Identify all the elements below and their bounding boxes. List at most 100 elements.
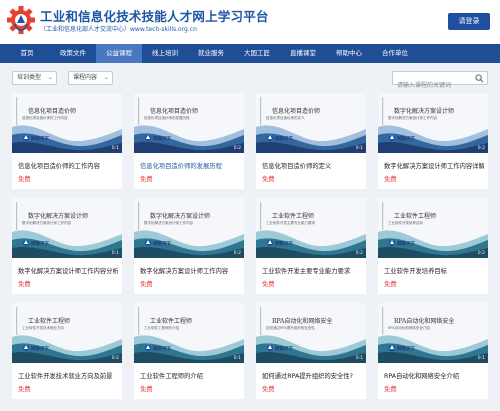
video-duration: 0:1 <box>355 356 363 361</box>
course-price: 免费 <box>18 176 31 183</box>
course-price: 免费 <box>140 386 153 393</box>
thumbnail-title: 工业软件工程师 <box>28 318 71 325</box>
course-price: 免费 <box>140 176 153 183</box>
course-title[interactable]: 工业软件开发培养目标 <box>384 266 484 275</box>
thumbnail-title: 工业软件工程师 <box>150 318 193 325</box>
nav-item-home[interactable]: 首页 <box>4 44 50 63</box>
thumbnail-subtitle: 工业软件工程师的介绍 <box>144 326 179 330</box>
course-thumbnail[interactable]: RPA自动化和网络安全 如何通过RPA提升组织的安全性 网联天下 0:1 <box>256 303 366 363</box>
gear-logo-icon <box>7 6 35 34</box>
nav-item-live[interactable]: 直播课堂 <box>280 44 326 63</box>
chevron-down-icon: ⌄ <box>103 74 109 81</box>
course-card[interactable]: 数字化解决方案设计师 数字化解决方案设计师工作内容 网联天下 0:2 数字化解决方案设计… <box>134 198 244 294</box>
course-price: 免费 <box>384 176 397 183</box>
course-price: 免费 <box>140 281 153 288</box>
thumbnail-art <box>134 93 244 153</box>
thumbnail-brand: 网联天下 <box>397 242 415 247</box>
thumbnail-art <box>256 198 366 258</box>
training-type-select[interactable]: 培训类型 ⌄ <box>12 71 57 85</box>
course-title[interactable]: 信息化项目造价师的发展历程 <box>140 161 240 170</box>
video-duration: 0:2 <box>233 251 241 256</box>
course-thumbnail[interactable]: 信息化项目造价师 信息化项目造价师的发展历程 网联天下 0:2 <box>134 93 244 153</box>
thumbnail-subtitle: 工业软件开发技术就业方向 <box>22 326 64 330</box>
course-card[interactable]: 信息化项目造价师 信息化项目造价师的工作内容 网联天下 0:1 信息化项目造价师的工作内… <box>12 93 122 189</box>
thumbnail-title: 信息化项目造价师 <box>28 108 77 115</box>
course-thumbnail[interactable]: 信息化项目造价师 信息化项目造价师的工作内容 网联天下 0:1 <box>12 93 122 153</box>
nav-item-online-training[interactable]: 线上培训 <box>142 44 188 63</box>
course-card[interactable]: 工业软件工程师 工业软件工程师的介绍 网联天下 0:1 工业软件工程师的介绍 免费 <box>134 303 244 399</box>
course-card[interactable]: RPA自动化和网络安全 如何通过RPA提升组织的安全性 网联天下 0:1 如何通过RPA… <box>256 303 366 399</box>
nav-item-craftsmen[interactable]: 大国工匠 <box>234 44 280 63</box>
thumbnail-art <box>12 198 122 258</box>
video-duration: 0:2 <box>477 146 485 151</box>
course-title[interactable]: 工业软件工程师的介绍 <box>140 371 240 380</box>
thumbnail-brand: 网联天下 <box>153 242 171 247</box>
course-title[interactable]: 工业软件开发技术就业方向及前景 <box>18 371 118 380</box>
thumbnail-title: 信息化项目造价师 <box>272 108 321 115</box>
thumbnail-art <box>256 93 366 153</box>
search-icon[interactable] <box>475 74 484 83</box>
nav-item-partners[interactable]: 合作单位 <box>372 44 418 63</box>
course-card[interactable]: 数字化解决方案设计师 数字化解决方案设计师工作内容 网联天下 0:1 数字化解决方案设计… <box>12 198 122 294</box>
video-duration: 0:1 <box>477 356 485 361</box>
thumbnail-subtitle: RPA自动化和网络安全介绍 <box>388 326 430 330</box>
course-card[interactable]: 工业软件工程师 工业软件开发主要专业能力要求 网联天下 0:2 工业软件开发主要专业能力… <box>256 198 366 294</box>
course-title[interactable]: 数字化解决方案设计师工作内容 <box>140 266 240 275</box>
video-duration: 0:2 <box>233 146 241 151</box>
nav-item-employment[interactable]: 就业服务 <box>188 44 234 63</box>
thumbnail-art <box>12 303 122 363</box>
course-title[interactable]: 信息化项目造价师的工作内容 <box>18 161 118 170</box>
course-price: 免费 <box>384 386 397 393</box>
video-duration: 0:1 <box>355 146 363 151</box>
course-thumbnail[interactable]: 工业软件工程师 工业软件开发主要专业能力要求 网联天下 0:2 <box>256 198 366 258</box>
chevron-down-icon: ⌄ <box>47 74 53 81</box>
course-card[interactable]: 信息化项目造价师 信息化项目造价师的发展历程 网联天下 0:2 信息化项目造价师的发展历… <box>134 93 244 189</box>
thumbnail-brand: 网联天下 <box>397 347 415 352</box>
course-title[interactable]: 工业软件开发主要专业能力要求 <box>262 266 362 275</box>
course-thumbnail[interactable]: 数字化解决方案设计师 数字化解决方案设计师工作内容 网联天下 0:2 <box>134 198 244 258</box>
video-duration: 0:1 <box>111 251 119 256</box>
thumbnail-art <box>12 93 122 153</box>
course-card[interactable]: 数字化解决方案设计师 数字化解决方案设计师工作内容 网联天下 0:2 数字化解决方案设计… <box>378 93 488 189</box>
thumbnail-brand: 网联天下 <box>275 242 293 247</box>
thumbnail-subtitle: 信息化项目造价师的工作内容 <box>22 116 68 120</box>
site-title: 工业和信息化技术技能人才网上学习平台 <box>40 9 269 24</box>
nav-item-public-courses[interactable]: 公益课程 <box>96 44 142 63</box>
course-thumbnail[interactable]: 工业软件工程师 工业软件工程师的介绍 网联天下 0:1 <box>134 303 244 363</box>
course-card[interactable]: 工业软件工程师 工业软件开发技术就业方向 网联天下 0:2 工业软件开发技术就业方向及前… <box>12 303 122 399</box>
course-card[interactable]: 信息化项目造价师 信息化项目造价师的定义 网联天下 0:1 信息化项目造价师的定义 免费 <box>256 93 366 189</box>
thumbnail-subtitle: 信息化项目造价师的发展历程 <box>144 116 190 120</box>
course-thumbnail[interactable]: 信息化项目造价师 信息化项目造价师的定义 网联天下 0:1 <box>256 93 366 153</box>
thumbnail-brand: 网联天下 <box>153 137 171 142</box>
thumbnail-brand: 网联天下 <box>31 347 49 352</box>
thumbnail-subtitle: 如何通过RPA提升组织的安全性 <box>266 326 315 330</box>
search-box <box>392 71 488 92</box>
video-duration: 0:2 <box>355 251 363 256</box>
course-title[interactable]: 如何通过RPA提升组织的安全性? <box>262 371 362 380</box>
nav-item-help[interactable]: 帮助中心 <box>326 44 372 63</box>
thumbnail-subtitle: 信息化项目造价师的定义 <box>266 116 305 120</box>
course-title[interactable]: RPA自动化和网络安全介绍 <box>384 371 484 380</box>
login-button[interactable]: 请登录 <box>448 13 490 30</box>
thumbnail-subtitle: 工业软件开发培养目标 <box>388 221 423 225</box>
course-title[interactable]: 数字化解决方案设计师工作内容分析 <box>18 266 118 275</box>
course-card[interactable]: 工业软件工程师 工业软件开发培养目标 网联天下 0:2 工业软件开发培养目标 免费 <box>378 198 488 294</box>
course-price: 免费 <box>384 281 397 288</box>
course-thumbnail[interactable]: 工业软件工程师 工业软件开发培养目标 网联天下 0:2 <box>378 198 488 258</box>
search-input[interactable] <box>393 79 473 92</box>
video-duration: 0:1 <box>111 146 119 151</box>
course-content-select[interactable]: 课程内容 ⌄ <box>68 71 113 85</box>
nav-item-policy[interactable]: 政策文件 <box>50 44 96 63</box>
course-card[interactable]: RPA自动化和网络安全 RPA自动化和网络安全介绍 网联天下 0:1 RPA自动化和网络… <box>378 303 488 399</box>
course-title[interactable]: 信息化项目造价师的定义 <box>262 161 362 170</box>
course-thumbnail[interactable]: 数字化解决方案设计师 数字化解决方案设计师工作内容 网联天下 0:1 <box>12 198 122 258</box>
thumbnail-art <box>134 303 244 363</box>
course-thumbnail[interactable]: RPA自动化和网络安全 RPA自动化和网络安全介绍 网联天下 0:1 <box>378 303 488 363</box>
course-title[interactable]: 数字化解决方案设计师工作内容详解 <box>384 161 484 170</box>
course-thumbnail[interactable]: 数字化解决方案设计师 数字化解决方案设计师工作内容 网联天下 0:2 <box>378 93 488 153</box>
course-price: 免费 <box>18 386 31 393</box>
course-thumbnail[interactable]: 工业软件工程师 工业软件开发技术就业方向 网联天下 0:2 <box>12 303 122 363</box>
thumbnail-art <box>378 93 488 153</box>
thumbnail-subtitle: 数字化解决方案设计师工作内容 <box>388 116 437 120</box>
course-price: 免费 <box>262 176 275 183</box>
